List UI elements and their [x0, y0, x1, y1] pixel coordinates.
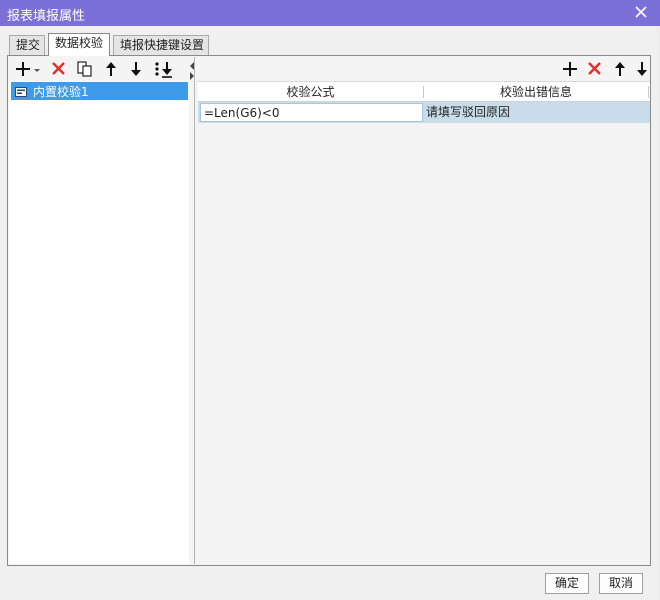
cancel-button[interactable]: 取消: [599, 573, 643, 594]
grid-header: 校验公式 校验出错信息: [198, 82, 650, 102]
left-toolbar: [9, 57, 189, 81]
tree-item-builtin-validation[interactable]: 内置校验1: [11, 82, 188, 100]
validation-list-pane: 内置校验1: [9, 57, 189, 564]
validation-grid: 校验公式 校验出错信息 =Len(G6)<0 请填写驳回原因: [198, 81, 650, 564]
window-title: 报表填报属性: [7, 9, 86, 24]
move-down-icon[interactable]: [634, 60, 650, 78]
collapse-left-icon[interactable]: [190, 59, 195, 70]
move-up-icon[interactable]: [610, 60, 630, 78]
delete-icon[interactable]: [49, 60, 69, 78]
right-toolbar: [196, 57, 650, 81]
delete-icon[interactable]: [585, 60, 605, 78]
close-icon[interactable]: [632, 3, 650, 21]
validation-tree: 内置校验1: [9, 81, 189, 564]
copy-icon[interactable]: [75, 60, 95, 78]
tab-submit[interactable]: 提交: [9, 35, 45, 55]
tab-data-validation[interactable]: 数据校验: [48, 33, 110, 56]
tree-item-label: 内置校验1: [33, 85, 89, 99]
formula-cell[interactable]: =Len(G6)<0: [200, 103, 423, 122]
title-bar: 报表填报属性: [0, 0, 660, 26]
dropdown-arrow-icon[interactable]: [33, 60, 41, 78]
move-bottom-icon[interactable]: [152, 60, 176, 78]
column-header-error-message[interactable]: 校验出错信息: [424, 82, 648, 102]
error-message-cell[interactable]: 请填写驳回原因: [425, 103, 648, 122]
add-icon[interactable]: [560, 60, 580, 78]
column-header-formula[interactable]: 校验公式: [198, 82, 423, 102]
table-row[interactable]: =Len(G6)<0 请填写驳回原因: [198, 102, 650, 123]
tab-fill-shortcut-settings[interactable]: 填报快捷键设置: [113, 35, 209, 55]
move-up-icon[interactable]: [101, 60, 121, 78]
collapse-right-icon[interactable]: [190, 69, 195, 80]
move-down-icon[interactable]: [126, 60, 146, 78]
pane-splitter[interactable]: [190, 57, 195, 564]
validation-detail-pane: 校验公式 校验出错信息 =Len(G6)<0 请填写驳回原因: [196, 57, 650, 564]
validation-panel: 内置校验1 校验公式 校验出错信息 =Len(G6)<0 请填写驳回原因: [7, 55, 651, 566]
column-divider[interactable]: [648, 86, 649, 98]
validation-item-icon: [15, 86, 27, 97]
add-icon[interactable]: [15, 60, 35, 78]
ok-button[interactable]: 确定: [545, 573, 589, 594]
